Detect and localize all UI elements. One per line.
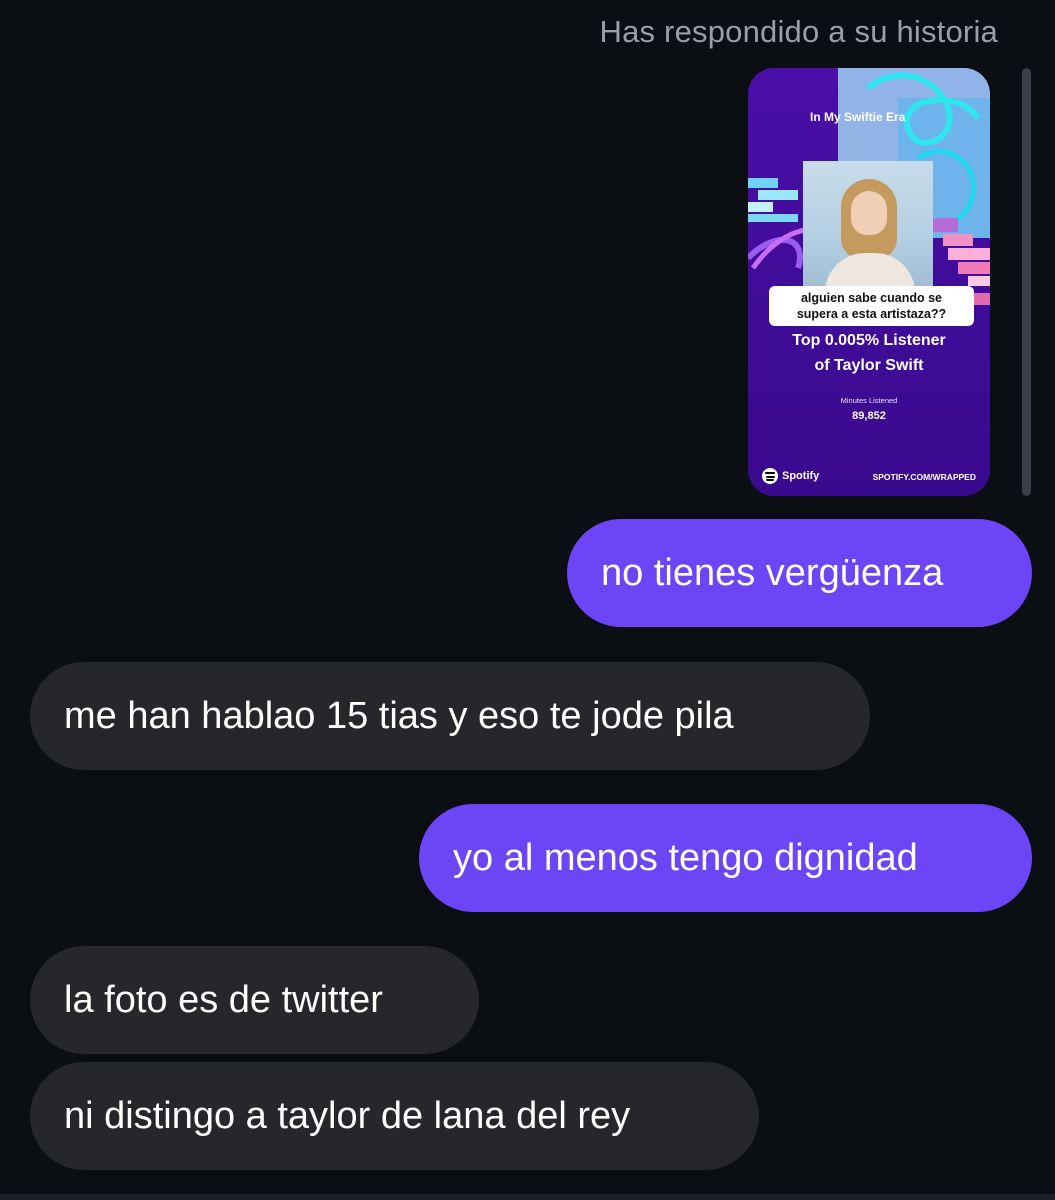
- story-top-line1: Top 0.005% Listener: [792, 332, 946, 349]
- minutes-label: Minutes Listened: [840, 396, 898, 405]
- message-bubble-incoming[interactable]: me han hablao 15 tias y eso te jode pila: [30, 662, 870, 770]
- message-bubble-outgoing[interactable]: yo al menos tengo dignidad: [419, 804, 1032, 912]
- message-bubble-incoming[interactable]: ni distingo a taylor de lana del rey: [30, 1062, 759, 1170]
- story-reply-label: Has respondido a su historia: [599, 14, 998, 49]
- message-bubble-outgoing[interactable]: no tienes vergüenza: [567, 519, 1032, 627]
- story-caption: alguien sabe cuando se supera a esta art…: [769, 286, 974, 326]
- message-bubble-incoming[interactable]: la foto es de twitter: [30, 946, 479, 1054]
- message-text: la foto es de twitter: [64, 978, 383, 1021]
- message-text: no tienes vergüenza: [601, 551, 944, 594]
- message-text: ni distingo a taylor de lana del rey: [64, 1094, 631, 1137]
- minutes-value: 89,852: [852, 410, 886, 422]
- message-text: yo al menos tengo dignidad: [453, 836, 918, 879]
- spotify-logo-icon: [762, 468, 778, 484]
- scrollbar[interactable]: [1022, 68, 1031, 496]
- message-text: me han hablao 15 tias y eso te jode pila: [64, 694, 734, 737]
- story-caption-line2: supera a esta artistaza??: [796, 307, 947, 321]
- story-top-line2: of Taylor Swift: [814, 357, 924, 374]
- story-caption-line1: alguien sabe cuando se: [800, 291, 942, 305]
- spotify-brand: Spotify: [762, 468, 819, 484]
- artist-photo: [803, 161, 933, 291]
- spotify-wrapped-url: SPOTIFY.COM/WRAPPED: [872, 472, 976, 482]
- story-preview-card[interactable]: In My Swiftie Era alguien sabe cuando se…: [748, 68, 990, 496]
- composer-divider: [0, 1194, 1055, 1200]
- story-era-label: In My Swiftie Era: [810, 110, 906, 124]
- spotify-brand-label: Spotify: [782, 470, 820, 482]
